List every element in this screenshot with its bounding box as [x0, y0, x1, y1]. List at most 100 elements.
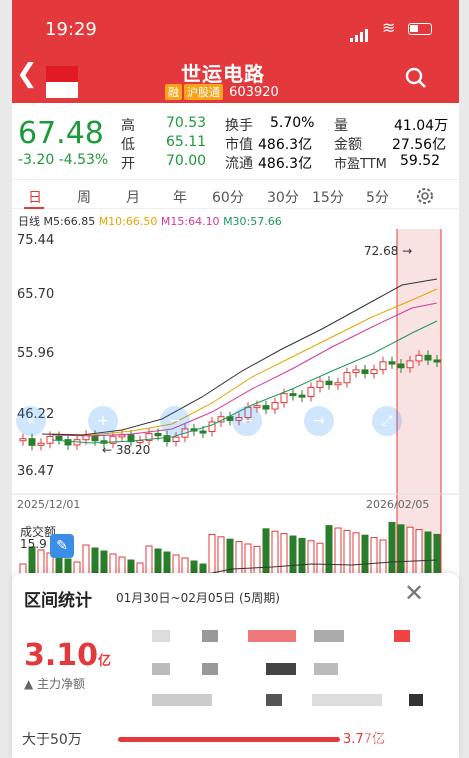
value-volume: 41.04万 [394, 118, 449, 134]
candle [325, 380, 333, 386]
candle [199, 430, 207, 434]
edit-icon[interactable]: ✎ [50, 534, 74, 558]
volume-bar [307, 540, 315, 575]
candle [64, 439, 72, 446]
volume-bar [163, 551, 171, 575]
selected-range [397, 229, 441, 574]
volume-bar [361, 534, 369, 575]
high-marker: 72.68 → [364, 244, 413, 258]
candle [406, 360, 414, 369]
period-tabs: 日 周 月 年 60分 30分 15分 5分 [12, 179, 459, 209]
close-icon[interactable]: ✕ [404, 579, 424, 607]
label-low: 低 [121, 137, 135, 153]
blur-cell [394, 630, 410, 642]
volume-bar [352, 532, 360, 575]
gear-icon[interactable] [415, 186, 435, 206]
net-amount: 3.10亿 [24, 638, 111, 673]
ma15: M15:64.10 [160, 215, 220, 228]
candle [415, 354, 423, 362]
volume-bar [118, 556, 126, 575]
price-change: -3.20 -4.53% [18, 152, 108, 168]
flag-icon [46, 66, 78, 98]
stock-code: 603920 [229, 85, 279, 100]
blur-cell [202, 630, 218, 642]
candle [28, 438, 36, 446]
net-label-text: 主力净额 [37, 677, 86, 691]
arrow-right-icon[interactable]: → [304, 406, 334, 436]
bucket-bar [118, 737, 340, 742]
volume-bar [343, 529, 351, 575]
ma5: M5:66.85 [43, 215, 96, 228]
tab-5min[interactable]: 5分 [366, 187, 389, 207]
blur-cell [409, 694, 423, 706]
value-amount: 27.56亿 [392, 137, 447, 153]
value-turnover: 5.70% [270, 115, 315, 131]
ma10: M10:66.50 [98, 215, 158, 228]
main-panel: 67.48 -3.20 -4.53% 高 70.53 换手 5.70% 量 41… [12, 103, 459, 758]
tab-year[interactable]: 年 [173, 187, 187, 207]
value-pe: 59.52 [400, 153, 441, 169]
candle [172, 436, 180, 443]
back-button[interactable]: ❮ [16, 61, 38, 87]
label-pe: 市盈TTM [334, 157, 387, 172]
label-float: 流通 [225, 156, 253, 172]
y-label-1: 75.44 [17, 233, 55, 248]
blur-cell [248, 630, 296, 642]
y-label-2: 65.70 [17, 287, 55, 302]
zoom-in-icon[interactable]: + [88, 406, 118, 436]
label-amount: 金额 [334, 137, 362, 153]
arrow-left-icon[interactable]: ← [232, 406, 262, 436]
volume-bar [379, 539, 387, 575]
zoom-out-icon[interactable]: − [160, 406, 190, 436]
volume-bar [127, 559, 135, 575]
blur-cell [152, 630, 170, 642]
candle [262, 405, 270, 410]
scroll-left-icon[interactable]: « [16, 406, 46, 436]
high-value: 72.68 [364, 244, 399, 258]
tab-month[interactable]: 月 [126, 187, 140, 207]
tab-15min[interactable]: 15分 [312, 187, 344, 207]
search-icon[interactable] [404, 66, 428, 90]
blur-cell [152, 694, 212, 706]
start-date: 2025/12/01 [17, 498, 81, 511]
connect-badge: 沪股通 [184, 84, 223, 100]
volume-bar [217, 536, 225, 575]
volume-bar [415, 529, 423, 575]
volume-bar [82, 544, 90, 575]
volume-bar [91, 547, 99, 575]
value-float: 486.3亿 [258, 156, 313, 172]
candle [289, 393, 297, 397]
candle [271, 402, 279, 410]
end-date: 2026/02/05 [366, 498, 430, 511]
expand-icon[interactable]: ⤢ [372, 406, 402, 436]
volume-bar [280, 533, 288, 575]
volume-bar [271, 530, 279, 575]
kline-chart[interactable]: 75.44 65.70 55.96 46.22 36.47 72.68 → ← … [12, 229, 459, 629]
watermark: 雪球: 花果山ci [362, 732, 434, 745]
tab-day[interactable]: 日 [28, 187, 42, 207]
current-price: 67.48 [18, 116, 104, 151]
tab-week[interactable]: 周 [77, 187, 91, 207]
low-value: 38.20 [115, 443, 151, 457]
value-open: 70.00 [166, 153, 207, 169]
volume-bar [109, 553, 117, 575]
signal-icon [350, 23, 370, 42]
stat-range: 01月30日~02月05日 (5周期) [116, 591, 280, 605]
blur-cell [314, 663, 338, 675]
stock-name: 世运电路 [181, 62, 265, 86]
volume-bar [388, 521, 396, 575]
candle [280, 393, 288, 404]
volume-bar [181, 557, 189, 575]
y-label-5: 36.47 [17, 464, 55, 479]
label-mktcap: 市值 [225, 137, 253, 153]
volume-bar [433, 533, 441, 575]
change-pct: -4.53% [58, 152, 109, 168]
volume-bar [244, 543, 252, 575]
volume-bar [172, 554, 180, 575]
candle [334, 382, 342, 386]
tab-60min[interactable]: 60分 [212, 187, 244, 207]
label-turnover: 换手 [225, 118, 253, 134]
candle [154, 432, 162, 437]
tab-30min[interactable]: 30分 [267, 187, 299, 207]
candle [397, 363, 405, 369]
